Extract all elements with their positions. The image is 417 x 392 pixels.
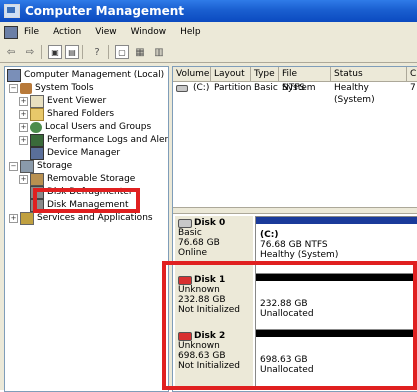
col-file-system[interactable]: File System <box>279 67 331 93</box>
volume-size: 76.68 GB NTFS <box>260 240 328 250</box>
col-volume[interactable]: Volume <box>173 67 211 81</box>
annotation-highlight-disk-management <box>33 188 140 213</box>
tree-services[interactable]: + Services and Applications <box>9 211 153 225</box>
menu-help[interactable]: Help <box>180 27 201 37</box>
tree-shared-folders[interactable]: + Shared Folders <box>19 107 115 121</box>
volume-label: (C:) <box>193 83 210 93</box>
col-capacity[interactable]: C <box>407 67 417 81</box>
title-bar[interactable]: Computer Management <box>0 0 417 22</box>
storage-icon <box>20 159 34 173</box>
device-manager-icon <box>30 146 44 160</box>
col-status[interactable]: Status <box>331 67 407 81</box>
window-frame: Computer Management File Action View Win… <box>0 0 417 392</box>
col-layout[interactable]: Layout <box>211 67 251 81</box>
computer-management-icon <box>4 4 20 18</box>
toolbar-separator <box>41 45 42 59</box>
tree-perf-logs[interactable]: + Performance Logs and Alerts <box>19 133 169 147</box>
disk-icon <box>178 218 192 228</box>
menu-action[interactable]: Action <box>53 27 81 37</box>
computer-icon <box>7 68 21 82</box>
tree-label: Storage <box>37 161 73 171</box>
tree-system-tools[interactable]: − System Tools <box>9 82 94 94</box>
tree-label: Performance Logs and Alerts <box>47 135 169 145</box>
capacity-cell: 7 <box>410 83 416 93</box>
back-arrow-icon[interactable]: ⇦ <box>3 45 19 59</box>
new-window-icon[interactable]: ▢ <box>115 45 129 59</box>
volume-bar <box>256 217 417 224</box>
performance-icon <box>30 133 44 147</box>
tree-local-users[interactable]: + Local Users and Groups <box>19 121 151 133</box>
show-hide-icon[interactable]: ▦ <box>132 45 148 59</box>
disk-state: Online <box>178 248 208 258</box>
disk-name: Disk 0 <box>194 218 226 228</box>
event-viewer-icon <box>30 94 44 108</box>
tree-device-manager[interactable]: Device Manager <box>30 146 121 160</box>
tree-root[interactable]: Computer Management (Local) <box>7 68 165 82</box>
expand-icon[interactable]: + <box>19 174 28 184</box>
help-icon[interactable]: ? <box>89 45 105 59</box>
status-cell: Healthy (System) <box>334 83 375 105</box>
disk-size: 76.68 GB <box>178 238 220 248</box>
column-header: Volume Layout Type File System Status C <box>173 67 417 93</box>
toolbar-separator <box>108 45 109 59</box>
collapse-icon[interactable]: − <box>9 161 18 171</box>
shared-folders-icon <box>30 107 44 121</box>
toolbar: ⇦ ⇨ ▣ ▤ ? ▢ ▦ ▥ <box>0 42 417 63</box>
menu-view[interactable]: View <box>95 27 116 37</box>
volume-icon <box>176 84 188 92</box>
expand-icon[interactable]: + <box>19 109 28 119</box>
expand-icon[interactable]: + <box>9 213 18 223</box>
tree-label: Services and Applications <box>37 213 153 223</box>
tree-label: Event Viewer <box>47 96 107 106</box>
type-cell: Basic <box>254 83 278 93</box>
tree-removable-storage[interactable]: + Removable Storage <box>19 172 136 186</box>
volume-status: Healthy (System) <box>260 250 339 260</box>
console-tree: Computer Management (Local) − System Too… <box>4 66 169 392</box>
services-icon <box>20 211 34 225</box>
tree-root-label: Computer Management (Local) <box>24 70 165 80</box>
tree-label: System Tools <box>35 83 94 93</box>
users-icon <box>30 121 42 133</box>
layout-cell: Partition <box>214 83 252 93</box>
tree-label: Removable Storage <box>47 174 136 184</box>
forward-arrow-icon[interactable]: ⇨ <box>22 45 38 59</box>
expand-icon[interactable]: + <box>19 96 28 106</box>
tree-label: Shared Folders <box>47 109 115 119</box>
export-icon[interactable]: ▥ <box>151 45 167 59</box>
properties-icon[interactable]: ▤ <box>65 45 79 59</box>
collapse-icon[interactable]: − <box>9 83 18 93</box>
menu-file[interactable]: File <box>24 27 39 37</box>
volume-name: (C:) <box>260 230 279 240</box>
disk-type: Basic <box>178 228 202 238</box>
col-type[interactable]: Type <box>251 67 279 81</box>
annotation-highlight-disks <box>162 261 417 390</box>
tree-event-viewer[interactable]: + Event Viewer <box>19 94 107 108</box>
tree-label: Device Manager <box>47 148 121 158</box>
toolbar-separator <box>82 45 83 59</box>
up-folder-icon[interactable]: ▣ <box>48 45 62 59</box>
volume-cell: (C:) <box>173 82 211 94</box>
expand-icon[interactable]: + <box>19 122 28 132</box>
tree-storage[interactable]: − Storage <box>9 159 73 173</box>
menu-window[interactable]: Window <box>131 27 167 37</box>
pane-splitter[interactable] <box>173 207 417 214</box>
removable-storage-icon <box>30 172 44 186</box>
console-icon[interactable] <box>4 25 18 39</box>
fs-cell: NTFS <box>282 83 305 93</box>
window-title: Computer Management <box>25 4 184 18</box>
volume-row[interactable]: (C:) Partition Basic NTFS Healthy (Syste… <box>173 82 417 105</box>
tree-label: Local Users and Groups <box>45 122 152 132</box>
menu-bar: File Action View Window Help <box>0 22 417 42</box>
system-tools-icon <box>20 82 32 94</box>
expand-icon[interactable]: + <box>19 135 28 145</box>
